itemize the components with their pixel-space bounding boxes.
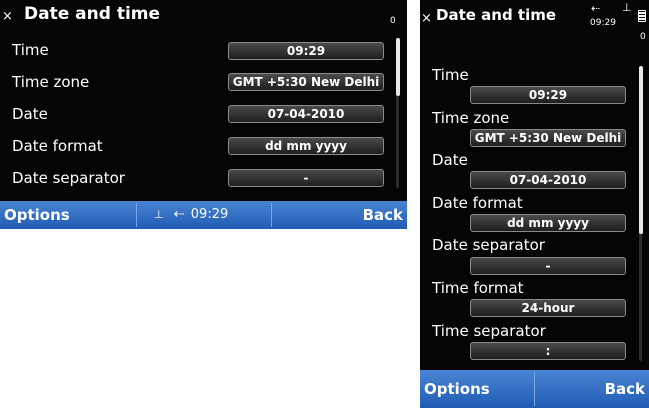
- indicator-icon: 0: [390, 16, 396, 26]
- label-time-zone: Time zone: [432, 109, 510, 127]
- label-date-separator: Date separator: [12, 169, 125, 187]
- indicator-icon: 0: [640, 32, 646, 42]
- signal-icon: ⊥: [622, 1, 632, 14]
- back-softkey[interactable]: Back: [605, 370, 645, 408]
- label-time: Time: [432, 66, 469, 84]
- page-title: Date and time: [24, 4, 161, 24]
- scrollbar-thumb[interactable]: [396, 38, 400, 96]
- date-format-field[interactable]: dd mm yyyy: [228, 137, 384, 155]
- time-separator-field[interactable]: :: [470, 342, 626, 360]
- softkey-divider: [271, 203, 272, 227]
- date-field[interactable]: 07-04-2010: [228, 105, 384, 123]
- date-format-field[interactable]: dd mm yyyy: [470, 214, 626, 232]
- options-softkey[interactable]: Options: [4, 201, 70, 229]
- date-field[interactable]: 07-04-2010: [470, 171, 626, 189]
- softkey-divider: [534, 372, 535, 406]
- status-time: 09:29: [590, 18, 616, 28]
- battery-icon: [638, 10, 646, 22]
- time-field[interactable]: 09:29: [228, 42, 384, 60]
- label-date-separator: Date separator: [432, 236, 545, 254]
- portrait-screen: × Date and time ⇠ ⊥ 09:29 0 Time 09:29 T…: [420, 0, 649, 408]
- landscape-screen: × Date and time 0 Time 09:29 Time zone G…: [0, 0, 407, 229]
- label-time: Time: [12, 41, 49, 59]
- page-title: Date and time: [436, 6, 557, 24]
- softkey-bar: Options ⊥ ⇠ 09:29 Back: [0, 201, 407, 229]
- time-field[interactable]: 09:29: [470, 86, 626, 104]
- status-area: ⊥ ⇠ 09:29: [154, 201, 228, 229]
- label-date-format: Date format: [12, 137, 103, 155]
- softkey-divider: [136, 203, 137, 227]
- label-time-zone: Time zone: [12, 73, 90, 91]
- usb-icon: ⇠: [173, 207, 185, 222]
- time-zone-field[interactable]: GMT +5:30 New Delhi: [228, 73, 384, 91]
- softkey-bar: Options Back: [420, 370, 649, 408]
- options-softkey[interactable]: Options: [424, 370, 490, 408]
- label-time-format: Time format: [432, 279, 524, 297]
- back-softkey[interactable]: Back: [363, 201, 403, 229]
- status-time: 09:29: [190, 207, 229, 222]
- signal-icon: ⊥: [154, 208, 164, 221]
- label-date: Date: [432, 151, 468, 169]
- usb-icon: ⇠: [591, 2, 601, 15]
- date-separator-field[interactable]: -: [470, 257, 626, 275]
- close-icon[interactable]: ×: [2, 10, 13, 23]
- time-format-field[interactable]: 24-hour: [470, 299, 626, 317]
- label-time-separator: Time separator: [432, 322, 546, 340]
- scrollbar-thumb[interactable]: [639, 66, 643, 234]
- date-separator-field[interactable]: -: [228, 169, 384, 187]
- label-date-format: Date format: [432, 194, 523, 212]
- time-zone-field[interactable]: GMT +5:30 New Delhi: [470, 129, 626, 147]
- close-icon[interactable]: ×: [421, 12, 432, 25]
- label-date: Date: [12, 105, 48, 123]
